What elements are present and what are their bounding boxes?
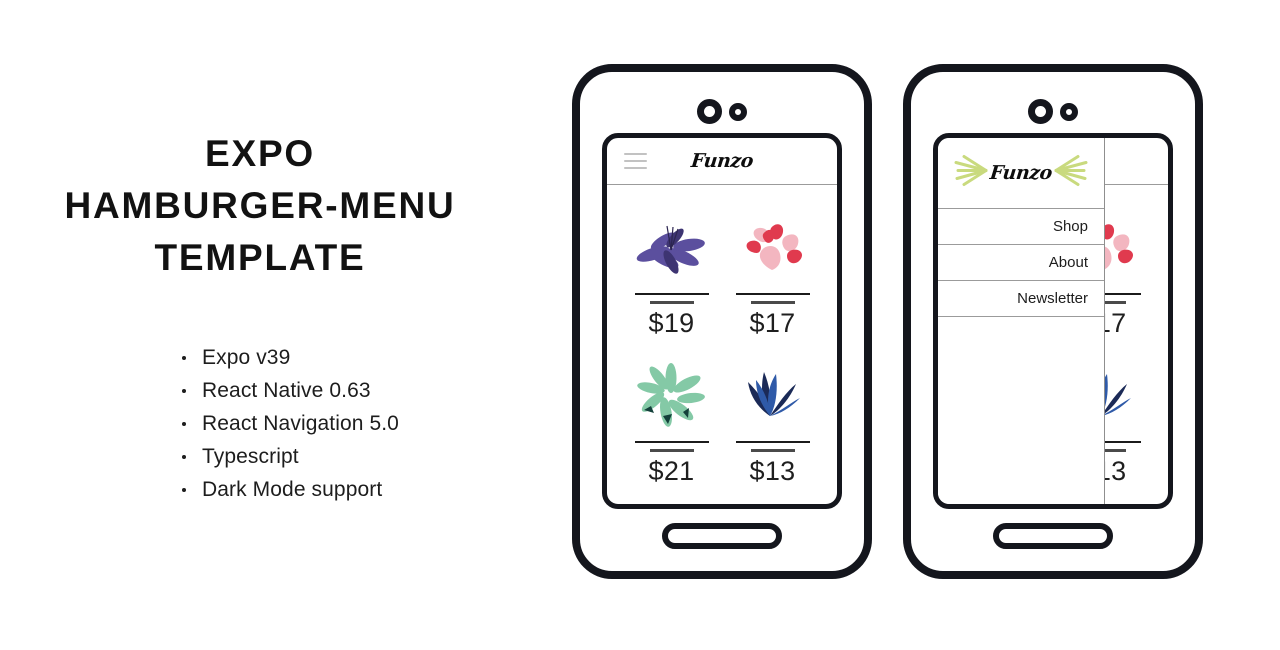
phone-mockup-open-menu: Funzo $19 [903, 64, 1203, 579]
home-button[interactable] [662, 523, 782, 549]
card-divider [735, 293, 810, 295]
card-underline [750, 301, 795, 304]
brand-logo: Funzo [689, 150, 755, 172]
product-price: $17 [749, 308, 796, 338]
card-underline [649, 301, 694, 304]
page-title: EXPO HAMBURGER-MENU TEMPLATE [0, 128, 520, 284]
card-divider [634, 293, 709, 295]
product-card[interactable]: $17 [722, 197, 823, 345]
camera-sensor-icon [729, 102, 747, 121]
card-divider [634, 441, 709, 443]
title-line-1: EXPO [204, 133, 316, 174]
list-item: Typescript [178, 440, 399, 473]
navigation-drawer: Funzo Shop About Newsletter [938, 138, 1105, 504]
drawer-item-newsletter[interactable]: Newsletter [938, 281, 1104, 317]
intro-panel: EXPO HAMBURGER-MENU TEMPLATE Expo v39 Re… [0, 0, 520, 650]
navy-blade-plant-icon [734, 355, 812, 431]
purple-fan-plant-icon [633, 207, 711, 283]
list-item: React Native 0.63 [178, 374, 399, 407]
camera-lens-icon [697, 99, 722, 124]
list-item: Expo v39 [178, 341, 399, 374]
sunburst-right-icon [1054, 154, 1090, 193]
product-price: $13 [749, 456, 796, 486]
product-price: $21 [648, 456, 695, 486]
card-underline [649, 449, 694, 452]
title-line-3: TEMPLATE [154, 237, 366, 278]
drawer-logo: Funzo [938, 138, 1104, 209]
list-item: React Navigation 5.0 [178, 407, 399, 440]
camera-sensor-icon [1060, 102, 1078, 121]
product-grid: $19 [607, 185, 837, 493]
product-card[interactable]: $13 [722, 345, 823, 493]
mint-star-plant-icon [633, 355, 711, 431]
drawer-item-about[interactable]: About [938, 245, 1104, 281]
product-card[interactable]: $21 [621, 345, 722, 493]
camera-group [697, 99, 747, 124]
red-pink-leaf-plant-icon [734, 207, 812, 283]
card-divider [735, 441, 810, 443]
camera-group [1028, 99, 1078, 124]
product-price: $19 [648, 308, 695, 338]
drawer-item-shop[interactable]: Shop [938, 209, 1104, 245]
app-header: Funzo [607, 138, 837, 185]
home-button[interactable] [993, 523, 1113, 549]
feature-list: Expo v39 React Native 0.63 React Navigat… [178, 341, 399, 506]
list-item: Dark Mode support [178, 473, 399, 506]
card-underline [750, 449, 795, 452]
camera-lens-icon [1028, 99, 1053, 124]
phone-screen: Funzo $19 [933, 133, 1173, 509]
phone-mockup-closed-menu: Funzo $19 $17 $21 $13 [572, 64, 872, 579]
sunburst-left-icon [952, 154, 988, 193]
phone-screen: Funzo $19 $17 $21 $13 [602, 133, 842, 509]
product-card[interactable]: $19 [621, 197, 722, 345]
drawer-brand-logo: Funzo [988, 162, 1054, 184]
title-line-2: HAMBURGER-MENU [64, 185, 456, 226]
